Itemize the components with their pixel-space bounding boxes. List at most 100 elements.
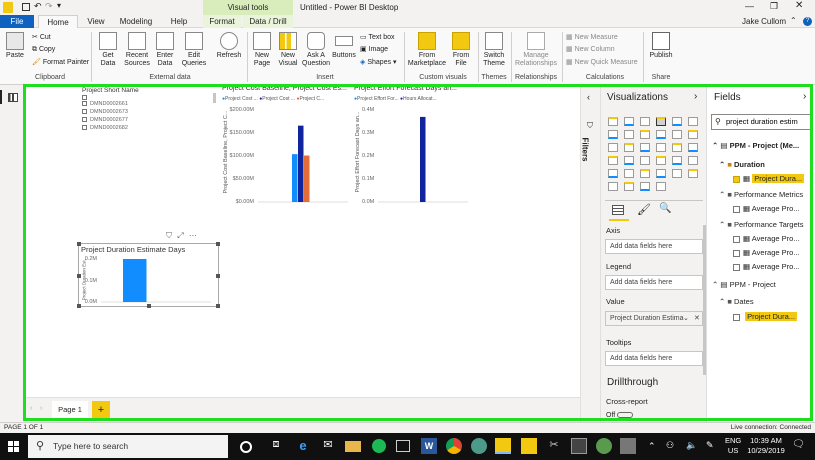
viz-type-icon[interactable] [688,169,698,178]
legend-well[interactable]: Add data fields here [605,275,703,290]
value-dropdown-icon[interactable]: ⌄ [683,312,689,325]
resize-handle[interactable] [147,304,151,308]
slicer-item[interactable]: DMND0002677 [82,117,128,123]
image-button[interactable]: ▣ Image [360,45,388,54]
viz-type-icon[interactable] [608,156,618,165]
switch-theme-button[interactable]: Switch Theme [481,32,507,68]
page-tab[interactable]: Page 1 [52,401,88,419]
value-well[interactable]: Project Duration Estima ⌄ ✕ [605,311,703,326]
shapes-button[interactable]: ◈ Shapes ▾ [360,58,397,67]
checkbox-icon[interactable] [733,263,740,271]
viz-type-icon[interactable] [672,156,682,165]
folder-performance-targets[interactable]: ⌃ ■ Performance Targets [719,220,803,229]
viz-type-icon[interactable] [656,117,666,126]
effort-chart-visual[interactable]: Project Effort Forecast Days an... ●Proj… [354,85,474,205]
field-project-duration[interactable]: ▦ Project Dura... [733,174,805,183]
viz-type-icon[interactable] [640,143,650,152]
analytics-tab-icon[interactable]: 🔍 [659,203,671,214]
filters-pane[interactable]: ‹ ⛉ Filters [580,85,600,422]
undo-icon[interactable]: ↶ [34,1,42,12]
checkbox-icon[interactable] [733,249,740,257]
viz-type-icon[interactable] [640,130,650,139]
paste-button[interactable]: Paste [4,32,26,60]
restore-icon[interactable]: ❐ [770,1,778,12]
new-measure-button[interactable]: ▦ New Measure [566,33,618,42]
qat-dropdown-icon[interactable]: ▾ [57,1,61,10]
viz-type-icon[interactable] [656,130,666,139]
file-explorer-icon[interactable] [345,441,361,452]
viz-type-icon[interactable] [688,130,698,139]
powerbi-taskbar-icon[interactable] [495,438,511,454]
collapse-filters-icon[interactable]: ‹ [587,92,590,102]
expand-ribbon-icon[interactable]: ⌃ [790,16,797,25]
fields-search[interactable]: ⚲ [711,114,812,130]
notifications-icon[interactable]: 🗨 [792,439,805,450]
tray-chevron-icon[interactable]: ⌃ [648,441,656,452]
viz-type-icon[interactable] [640,169,650,178]
scrollbar-thumb[interactable] [213,93,216,103]
checkbox-icon[interactable] [733,235,740,243]
viz-type-icon[interactable] [688,156,698,165]
table-ppm-project-measures[interactable]: ⌃ ▤ PPM - Project (Me... [712,141,799,150]
viz-type-icon[interactable] [672,117,682,126]
field-dates-duration[interactable]: Project Dura... [733,312,798,321]
manage-relationships-button[interactable]: Manage Relationships [514,32,558,68]
slicer-item[interactable]: DMND0002682 [82,125,128,131]
duration-chart-visual[interactable]: Project Duration Estimate Days Project D… [77,242,220,308]
chart-bar[interactable] [304,155,310,202]
fields-tab-icon[interactable] [612,205,624,215]
cortana-icon[interactable] [240,441,252,453]
checkbox-checked-icon[interactable] [733,175,740,183]
help-icon[interactable]: ? [803,17,812,26]
spotify-icon[interactable] [372,439,386,453]
recent-sources-button[interactable]: Recent Sources [122,32,152,68]
viz-type-icon[interactable] [672,130,682,139]
chart-bar[interactable] [123,259,147,302]
tab-home[interactable]: Home [38,15,78,28]
buttons-button[interactable]: Buttons [331,32,357,60]
word-icon[interactable]: W [421,438,437,454]
viz-type-icon[interactable] [624,182,634,191]
app-icon[interactable]: ✂ [546,438,562,454]
resize-handle[interactable] [77,274,81,278]
slicer-item[interactable]: DMND0002673 [82,109,128,115]
new-column-button[interactable]: ▦ New Column [566,45,615,54]
from-marketplace-button[interactable]: From Marketplace [407,32,447,68]
viz-type-icon[interactable] [656,156,666,165]
publish-button[interactable]: Publish [647,32,675,60]
remove-field-icon[interactable]: ✕ [694,312,700,325]
viz-type-icon[interactable] [624,130,634,139]
viz-type-icon[interactable] [608,182,618,191]
cross-report-toggle[interactable]: Off [606,412,634,419]
viz-type-icon[interactable] [608,169,618,178]
edit-queries-button[interactable]: Edit Queries [180,32,208,68]
windows-start-icon[interactable] [8,441,19,452]
focus-mode-icon[interactable]: ⤢ [177,231,183,240]
viz-type-icon[interactable] [624,156,634,165]
app-icon[interactable] [571,438,587,454]
viz-type-icon[interactable] [608,117,618,126]
more-options-icon[interactable]: ⋯ [189,231,197,240]
checkbox-icon[interactable] [733,205,740,213]
folder-duration[interactable]: ⌃ ■ Duration [719,160,765,169]
refresh-button[interactable]: Refresh [215,32,243,60]
slicer-visual[interactable]: Project Short Name DMND0002661 DMND00026… [80,85,190,135]
viz-type-icon[interactable] [640,117,650,126]
viz-type-icon[interactable] [688,143,698,152]
ask-question-button[interactable]: Ask A Question [302,32,330,68]
table-ppm-project[interactable]: ⌃ ▤ PPM - Project [712,280,776,289]
format-painter-button[interactable]: 🖌 Format Painter [32,58,89,67]
checkbox-icon[interactable] [733,313,740,321]
viz-type-icon[interactable] [624,143,634,152]
field-average-metric[interactable]: ▦ Average Pro... [733,204,800,213]
expand-viz-icon[interactable]: › [694,91,697,102]
viz-type-icon[interactable] [672,169,682,178]
tab-help[interactable]: Help [164,15,194,28]
app-icon[interactable] [596,438,612,454]
taskbar-search[interactable]: ⚲ Type here to search [28,435,228,458]
mail-icon[interactable]: ✉ [320,438,336,454]
resize-handle[interactable] [216,242,220,246]
viz-type-icon[interactable] [624,169,634,178]
chart-bar[interactable] [420,116,426,202]
viz-type-icon[interactable] [656,169,666,178]
